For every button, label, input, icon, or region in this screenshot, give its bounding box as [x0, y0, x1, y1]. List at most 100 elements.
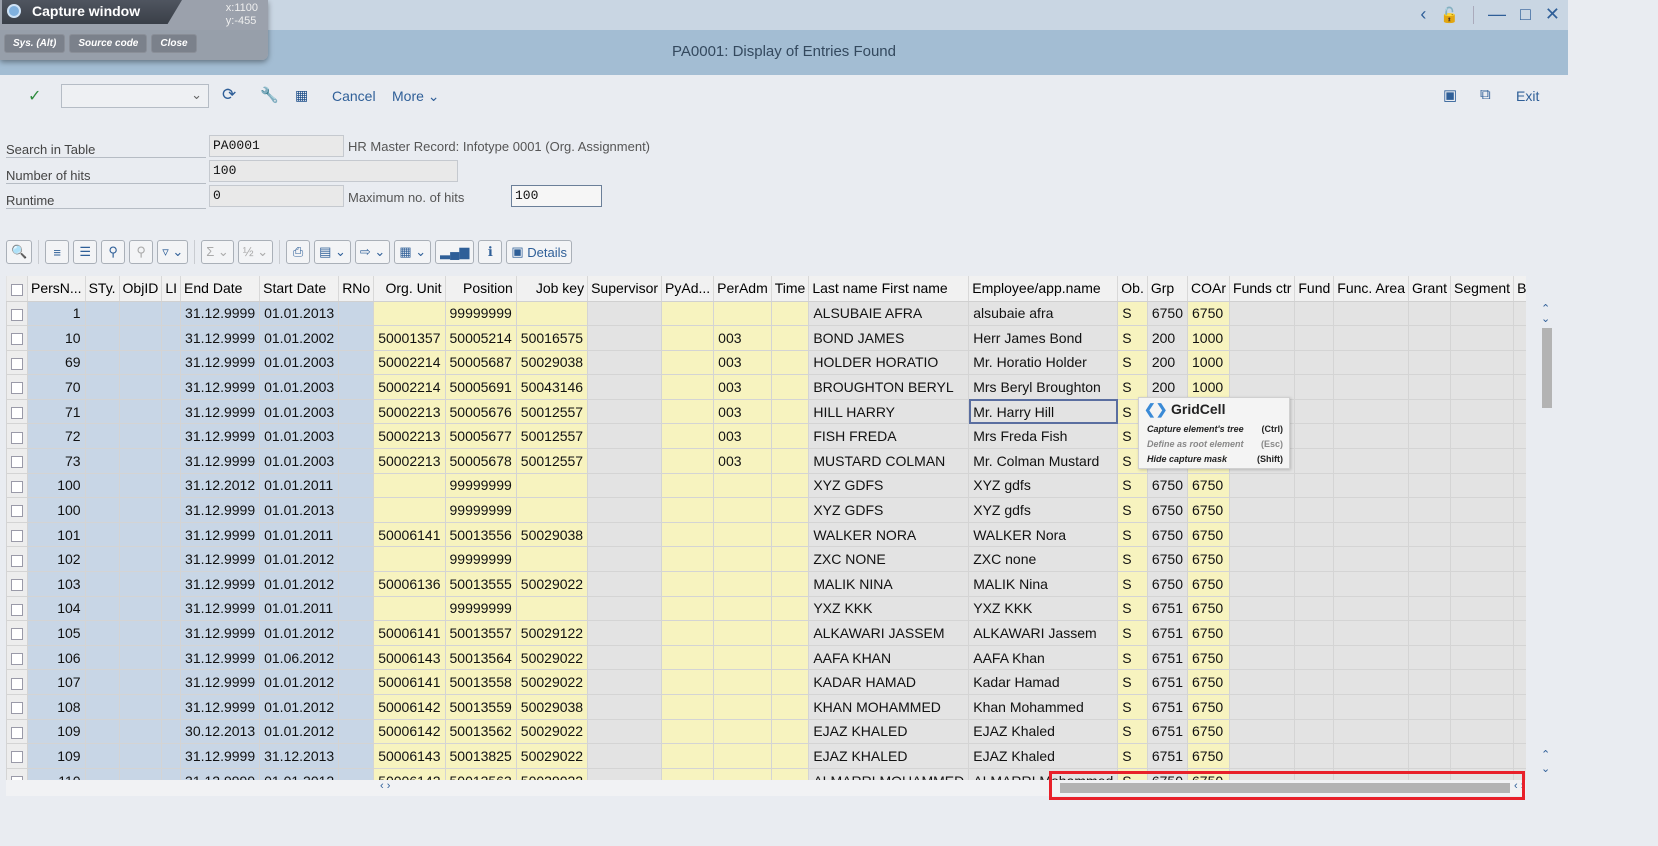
sort-ascending-icon[interactable]: ≡ — [45, 240, 70, 264]
grid-cell[interactable] — [713, 718, 772, 745]
grid-cell[interactable]: 50006141 — [373, 620, 446, 646]
grid-cell[interactable]: 50013559 — [444, 694, 517, 720]
grid-cell[interactable]: 99999999 — [444, 300, 517, 327]
grid-cell[interactable]: 50029022 — [515, 743, 589, 769]
grid-cell[interactable]: 6751 — [1146, 718, 1189, 745]
vertical-scroll-thumb[interactable] — [1542, 328, 1552, 408]
grid-cell[interactable] — [661, 448, 715, 474]
grid-cell[interactable]: ZXC none — [968, 546, 1119, 573]
grid-cell[interactable]: 50013564 — [444, 644, 517, 671]
grid-cell[interactable] — [1450, 325, 1515, 351]
row-select-checkbox[interactable] — [6, 349, 28, 376]
grid-cell[interactable]: S — [1117, 546, 1148, 573]
grid-cell[interactable] — [161, 767, 182, 780]
grid-cell[interactable] — [770, 398, 810, 425]
grid-cell[interactable]: YXZ KKK — [808, 595, 970, 622]
grid-cell[interactable]: 50002213 — [373, 423, 446, 450]
grid-cell[interactable]: 6750 — [1187, 743, 1231, 769]
grid-cell[interactable]: BOND JAMES — [808, 325, 970, 351]
grid-cell[interactable]: 6751 — [1146, 644, 1189, 671]
grid-cell[interactable]: 50001357 — [373, 325, 446, 351]
grid-cell[interactable] — [161, 349, 182, 376]
grid-cell[interactable]: 50013557 — [444, 620, 517, 646]
grid-cell[interactable] — [713, 497, 772, 523]
grid-cell[interactable] — [1513, 349, 1526, 376]
grid-cell[interactable] — [587, 325, 663, 351]
grid-cell[interactable]: 01.01.2012 — [259, 620, 340, 646]
grid-cell[interactable] — [770, 571, 810, 597]
grid-cell[interactable] — [713, 620, 772, 646]
grid-cell[interactable] — [84, 423, 120, 450]
grid-cell[interactable] — [770, 546, 810, 573]
grid-cell[interactable]: 6750 — [1146, 472, 1189, 499]
grid-cell[interactable] — [770, 595, 810, 622]
grid-cell[interactable]: 6750 — [1187, 718, 1231, 745]
grid-cell[interactable]: 72 — [27, 423, 86, 450]
grid-cell[interactable] — [84, 743, 120, 769]
grid-cell[interactable]: 50013562 — [444, 718, 517, 745]
grid-cell[interactable] — [1229, 521, 1296, 548]
grid-cell[interactable] — [1333, 325, 1409, 351]
grid-cell[interactable]: 50013563 — [444, 767, 517, 780]
grid-cell[interactable] — [661, 571, 715, 597]
info-icon[interactable]: ℹ — [478, 240, 503, 264]
column-header[interactable]: Job key — [516, 276, 589, 302]
grid-cell[interactable] — [1407, 300, 1452, 327]
grid-cell[interactable]: 99999999 — [444, 546, 517, 573]
grid-cell[interactable] — [338, 595, 375, 622]
grid-cell[interactable]: 50002213 — [373, 398, 446, 425]
column-header[interactable]: Org. Unit — [373, 276, 446, 302]
grid-cell[interactable] — [770, 743, 810, 769]
grid-cell[interactable]: 01.01.2012 — [259, 571, 340, 597]
grid-cell[interactable] — [1229, 718, 1296, 745]
grid-cell[interactable] — [1513, 546, 1526, 573]
grid-cell[interactable] — [118, 743, 163, 769]
row-select-checkbox[interactable] — [6, 694, 28, 720]
grid-cell[interactable]: 50029038 — [515, 694, 589, 720]
grid-cell[interactable] — [661, 300, 715, 327]
table-row[interactable]: 70 31.12.9999 01.01.2003 50002214 50005691 50… — [6, 374, 1526, 400]
vertical-scrollbar[interactable]: ⌃ ⌄ ⌃ ⌄ — [1538, 300, 1554, 780]
grid-cell[interactable]: ALSUBAIE AFRA — [808, 300, 970, 327]
grid-cell[interactable] — [84, 448, 120, 474]
table-row[interactable]: 108 31.12.9999 01.01.2012 50006142 50013559 5… — [6, 694, 1526, 720]
grid-cell[interactable]: MUSTARD COLMAN — [808, 448, 970, 474]
cancel-button[interactable]: Cancel — [332, 88, 376, 104]
grid-cell[interactable] — [1229, 472, 1296, 499]
source-code-button[interactable]: Source code — [69, 34, 148, 53]
grid-cell[interactable] — [373, 595, 446, 622]
grid-cell[interactable]: 50006143 — [373, 644, 446, 671]
grid-cell[interactable] — [1450, 743, 1515, 769]
grid-cell[interactable]: 31.12.9999 — [180, 423, 261, 450]
grid-cell[interactable] — [1513, 448, 1526, 474]
grid-cell[interactable] — [1333, 644, 1409, 671]
grid-cell[interactable] — [84, 521, 120, 548]
grid-cell[interactable]: 50005677 — [444, 423, 517, 450]
grid-cell[interactable]: 101 — [27, 521, 86, 548]
grid-cell[interactable] — [1294, 620, 1335, 646]
grid-cell[interactable] — [661, 595, 715, 622]
grid-cell[interactable] — [1513, 521, 1526, 548]
grid-cell[interactable] — [118, 349, 163, 376]
grid-cell[interactable] — [713, 669, 772, 695]
grid-cell[interactable] — [1407, 521, 1452, 548]
save-layout-icon[interactable]: ▣ — [1443, 86, 1457, 104]
grid-cell[interactable] — [1450, 595, 1515, 622]
grid-cell[interactable] — [338, 448, 375, 474]
grid-cell[interactable] — [1450, 669, 1515, 695]
column-header[interactable]: Fund — [1294, 276, 1335, 302]
column-header[interactable]: Start Date — [259, 276, 340, 302]
table-row[interactable]: 102 31.12.9999 01.01.2012 99999999 ZXC NONE Z… — [6, 546, 1526, 573]
grid-cell[interactable] — [1450, 423, 1515, 450]
grid-cell[interactable] — [338, 644, 375, 671]
grid-cell[interactable]: 01.01.2003 — [259, 398, 340, 425]
grid-cell[interactable]: 31.12.2013 — [259, 743, 340, 769]
chart-icon[interactable]: ▂▄▆ — [435, 240, 475, 264]
grid-cell[interactable] — [118, 423, 163, 450]
grid-cell[interactable] — [1450, 620, 1515, 646]
grid-cell[interactable] — [1407, 694, 1452, 720]
column-header[interactable]: COAr — [1187, 276, 1231, 302]
grid-cell[interactable]: 01.01.2011 — [259, 521, 340, 548]
refresh-icon[interactable]: ⟳ — [222, 85, 236, 105]
scroll-up-icon[interactable]: ⌃ — [1541, 748, 1550, 761]
